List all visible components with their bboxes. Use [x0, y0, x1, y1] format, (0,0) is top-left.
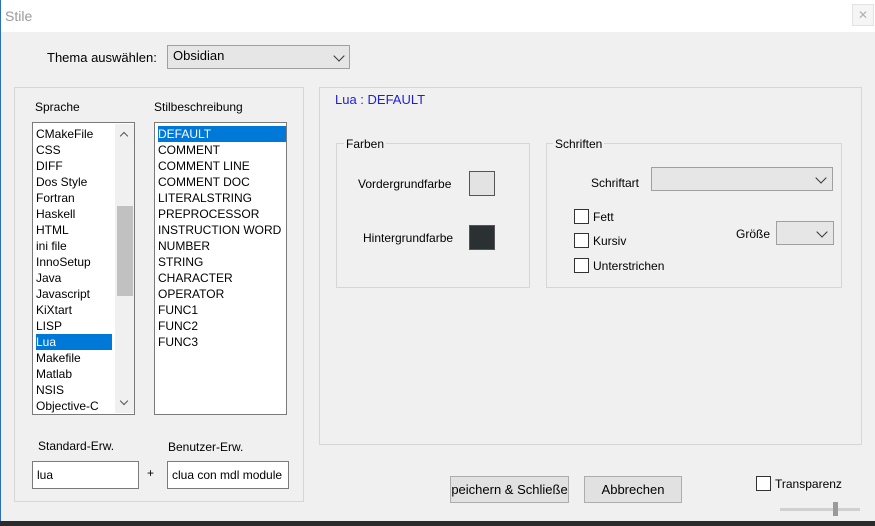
list-item[interactable]: CMakeFile	[36, 126, 112, 142]
list-item[interactable]: LISP	[36, 318, 112, 334]
fonts-group	[546, 143, 842, 288]
colors-group	[336, 143, 530, 288]
styles-dialog: Stile ✕ Thema auswählen: Obsidian Sprach…	[0, 0, 875, 521]
list-item[interactable]: Dos Style	[36, 174, 112, 190]
size-select[interactable]	[776, 221, 834, 245]
list-item[interactable]: CSS	[36, 142, 112, 158]
list-item[interactable]: CHARACTER	[158, 270, 286, 286]
window-title: Stile	[5, 8, 33, 24]
foreground-label: Vordergrundfarbe	[358, 177, 452, 191]
list-item[interactable]: OPERATOR	[158, 286, 286, 302]
style-list[interactable]: DEFAULT COMMENT COMMENT LINE COMMENT DOC LIT…	[154, 122, 287, 415]
style-header: Stilbeschreibung	[154, 100, 243, 114]
style-panel-title: Lua : DEFAULT	[335, 92, 426, 107]
scroll-down-icon[interactable]	[119, 396, 129, 406]
transparency-checkbox[interactable]	[756, 476, 771, 491]
chevron-down-icon	[333, 50, 345, 62]
scrollbar-thumb[interactable]	[117, 206, 133, 296]
theme-label: Thema auswählen:	[47, 50, 157, 65]
list-item[interactable]: ini file	[36, 238, 112, 254]
user-ext-label: Benutzer-Erw.	[168, 440, 244, 454]
underline-checkbox[interactable]	[574, 258, 589, 273]
list-item[interactable]: Haskell	[36, 206, 112, 222]
italic-checkbox[interactable]	[574, 233, 589, 248]
fonts-group-label: Schriften	[553, 137, 605, 151]
close-icon[interactable]: ✕	[858, 8, 868, 22]
language-list[interactable]: CMakeFile CSS DIFF Dos Style Fortran Haskell H…	[32, 122, 135, 415]
size-label: Größe	[736, 227, 771, 241]
underline-label: Unterstrichen	[593, 259, 665, 273]
list-item[interactable]: InnoSetup	[36, 254, 112, 270]
theme-select-value: Obsidian	[173, 48, 225, 63]
list-item[interactable]: Javascript	[36, 286, 112, 302]
chevron-down-icon	[815, 172, 827, 184]
default-ext-label: Standard-Erw.	[38, 439, 115, 453]
transparency-label: Transparenz	[775, 477, 842, 491]
language-scrollbar[interactable]	[115, 124, 134, 413]
background-color-swatch[interactable]	[469, 225, 495, 250]
font-label: Schriftart	[591, 176, 640, 190]
default-ext-field[interactable]: lua	[32, 461, 139, 489]
plus-sign: +	[147, 466, 155, 480]
list-item[interactable]: COMMENT	[158, 142, 286, 158]
title-bar: Stile ✕	[1, 0, 875, 32]
list-item[interactable]: Fortran	[36, 190, 112, 206]
chevron-down-icon	[816, 226, 828, 238]
list-item[interactable]: HTML	[36, 222, 112, 238]
list-item[interactable]: DIFF	[36, 158, 112, 174]
list-item[interactable]: Objective-C	[36, 398, 112, 414]
list-item[interactable]: Matlab	[36, 366, 112, 382]
transparency-slider-track[interactable]	[780, 508, 860, 511]
cancel-button[interactable]: Abbrechen	[584, 476, 682, 503]
list-item[interactable]: FUNC2	[158, 318, 286, 334]
foreground-color-swatch[interactable]	[469, 171, 495, 196]
list-item[interactable]: NUMBER	[158, 238, 286, 254]
font-select[interactable]	[651, 167, 833, 191]
list-item[interactable]: COMMENT DOC	[158, 174, 286, 190]
colors-group-label: Farben	[344, 137, 387, 151]
transparency-slider-thumb[interactable]	[833, 502, 838, 516]
list-item[interactable]: STRING	[158, 254, 286, 270]
list-item[interactable]: Lua	[36, 334, 112, 350]
list-item[interactable]: NSIS	[36, 382, 112, 398]
user-ext-field[interactable]: clua con mdl module	[167, 461, 289, 489]
bold-checkbox[interactable]	[574, 209, 589, 224]
list-item[interactable]: PREPROCESSOR	[158, 206, 286, 222]
list-item[interactable]: LITERALSTRING	[158, 190, 286, 206]
list-item[interactable]: Java	[36, 270, 112, 286]
save-close-button[interactable]: peichern & Schließe	[450, 476, 569, 503]
bold-label: Fett	[593, 210, 614, 224]
theme-select[interactable]: Obsidian	[167, 45, 350, 69]
background-label: Hintergrundfarbe	[363, 231, 454, 245]
scroll-up-icon[interactable]	[119, 131, 129, 141]
list-item[interactable]: KiXtart	[36, 302, 112, 318]
list-item[interactable]: INSTRUCTION WORD	[158, 222, 286, 238]
list-item[interactable]: FUNC3	[158, 334, 286, 350]
close-button[interactable]: ✕	[852, 4, 874, 26]
language-header: Sprache	[35, 100, 80, 114]
list-item[interactable]: DEFAULT	[158, 126, 286, 142]
list-item[interactable]: Makefile	[36, 350, 112, 366]
list-item[interactable]: COMMENT LINE	[158, 158, 286, 174]
list-item[interactable]: FUNC1	[158, 302, 286, 318]
italic-label: Kursiv	[593, 234, 627, 248]
